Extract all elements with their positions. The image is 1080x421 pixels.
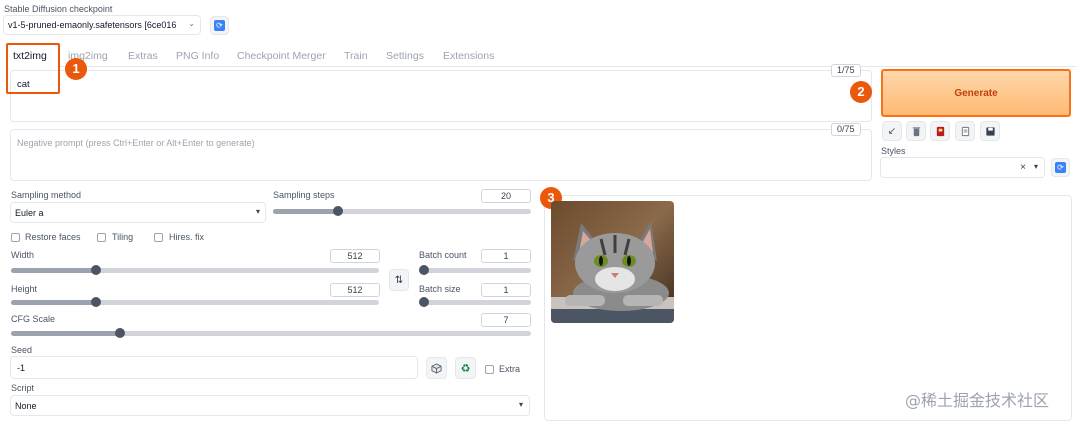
generate-button[interactable]: Generate [881,69,1071,117]
callout-2: 2 [850,81,872,103]
sampling-steps-label: Sampling steps [273,190,335,200]
tiling-checkbox[interactable] [97,233,106,242]
restore-faces-checkbox[interactable] [11,233,20,242]
cfg-scale-input[interactable]: 7 [481,313,531,327]
tab-checkpoint-merger[interactable]: Checkpoint Merger [237,50,326,62]
height-slider[interactable] [11,297,379,307]
seed-value: -1 [17,363,26,373]
tab-extras[interactable]: Extras [128,50,158,62]
batch-count-slider[interactable] [419,265,531,275]
height-input[interactable]: 512 [330,283,380,297]
sampling-steps-input[interactable]: 20 [481,189,531,203]
save-style-button[interactable] [980,121,1000,141]
slider-fill [11,268,96,273]
recycle-icon: ♻ [460,362,471,375]
paste-clipboard-button[interactable] [955,121,975,141]
batch-size-label: Batch size [419,284,461,294]
sampling-steps-slider[interactable] [273,206,531,216]
chevron-down-icon: ▾ [255,207,260,216]
prompt-textarea[interactable] [10,70,872,122]
seed-input[interactable]: -1 [10,356,418,379]
chevron-down-icon: ▾ [1033,162,1038,171]
slider-handle[interactable] [90,265,101,275]
tab-extensions[interactable]: Extensions [443,50,494,62]
tab-bar-divider [60,66,1076,67]
cfg-scale-slider[interactable] [11,328,531,338]
styles-dropdown[interactable]: × ▾ [880,157,1045,178]
batch-count-label: Batch count [419,250,467,260]
slider-fill [273,209,338,214]
slider-handle[interactable] [90,297,101,307]
cfg-scale-label: CFG Scale [11,314,56,324]
clipboard-icon [961,126,969,136]
styles-label: Styles [881,146,906,156]
save-icon [985,126,995,136]
extra-seed-checkbox[interactable] [485,365,494,374]
slider-handle[interactable] [419,265,429,275]
generate-label: Generate [954,87,998,99]
script-dropdown[interactable]: None ▾ [10,395,530,416]
height-label: Height [11,284,38,294]
sampling-method-dropdown[interactable]: Euler a ▾ [10,202,266,223]
slider-handle[interactable] [115,328,126,338]
slider-fill [11,331,121,336]
seed-label: Seed [11,345,33,355]
refresh-checkpoint-button[interactable]: ⟳ [210,16,229,35]
chevron-down-icon: ▾ [518,400,523,409]
clear-styles-icon[interactable]: × [1020,162,1026,173]
width-input[interactable]: 512 [330,249,380,263]
negative-prompt-textarea[interactable]: Negative prompt (press Ctrl+Enter or Alt… [10,129,872,181]
callout-1: 1 [65,58,87,80]
slider-handle[interactable] [419,297,429,307]
prompt-text: cat [17,79,30,90]
restore-faces-label: Restore faces [25,232,81,242]
chevron-down-icon: ⌄ [188,19,195,28]
sampling-method-value: Euler a [15,208,44,218]
width-slider[interactable] [11,265,379,275]
batch-size-slider[interactable] [419,297,531,307]
swap-dimensions-button[interactable]: ⇅ [389,269,409,291]
slider-handle[interactable] [332,206,343,216]
slider-fill [11,300,96,305]
refresh-icon: ⟳ [214,20,225,31]
trash-icon [912,126,920,136]
generated-image-thumbnail[interactable] [551,201,674,323]
hires-fix-checkbox[interactable] [154,233,163,242]
random-seed-button[interactable] [426,357,447,379]
tiling-label: Tiling [112,232,134,242]
batch-size-input[interactable]: 1 [481,283,531,297]
show-extra-networks-button[interactable] [930,121,950,141]
dice-icon [431,362,442,374]
tab-train[interactable]: Train [344,50,368,62]
clear-prompt-button[interactable] [906,121,926,141]
script-label: Script [11,383,35,393]
txt2img-highlight [6,43,60,94]
negative-prompt-placeholder: Negative prompt (press Ctrl+Enter or Alt… [17,138,255,148]
arrow-icon: ↙ [887,125,897,137]
sampling-method-label: Sampling method [11,190,82,200]
refresh-styles-button[interactable]: ⟳ [1051,158,1070,177]
checkpoint-dropdown[interactable]: v1-5-pruned-emaonly.safetensors [6ce016 … [3,15,201,35]
tab-settings[interactable]: Settings [386,50,424,62]
reuse-seed-button[interactable]: ♻ [455,357,476,379]
refresh-icon: ⟳ [1055,162,1066,173]
tab-png-info[interactable]: PNG Info [176,50,219,62]
card-icon [936,126,944,136]
negative-prompt-token-counter: 0/75 [831,123,861,136]
swap-arrows-icon: ⇅ [394,274,404,286]
batch-count-input[interactable]: 1 [481,249,531,263]
prompt-token-counter: 1/75 [831,64,861,77]
checkpoint-value: v1-5-pruned-emaonly.safetensors [6ce016 [8,20,177,30]
extra-seed-label: Extra [499,364,521,374]
cat-image [551,201,674,323]
script-value: None [15,401,37,411]
hires-fix-label: Hires. fix [169,232,205,242]
checkpoint-label: Stable Diffusion checkpoint [4,4,113,14]
apply-style-button[interactable]: ↙ [882,121,902,141]
width-label: Width [11,250,35,260]
watermark-text: @稀土掘金技术社区 [905,391,1050,410]
